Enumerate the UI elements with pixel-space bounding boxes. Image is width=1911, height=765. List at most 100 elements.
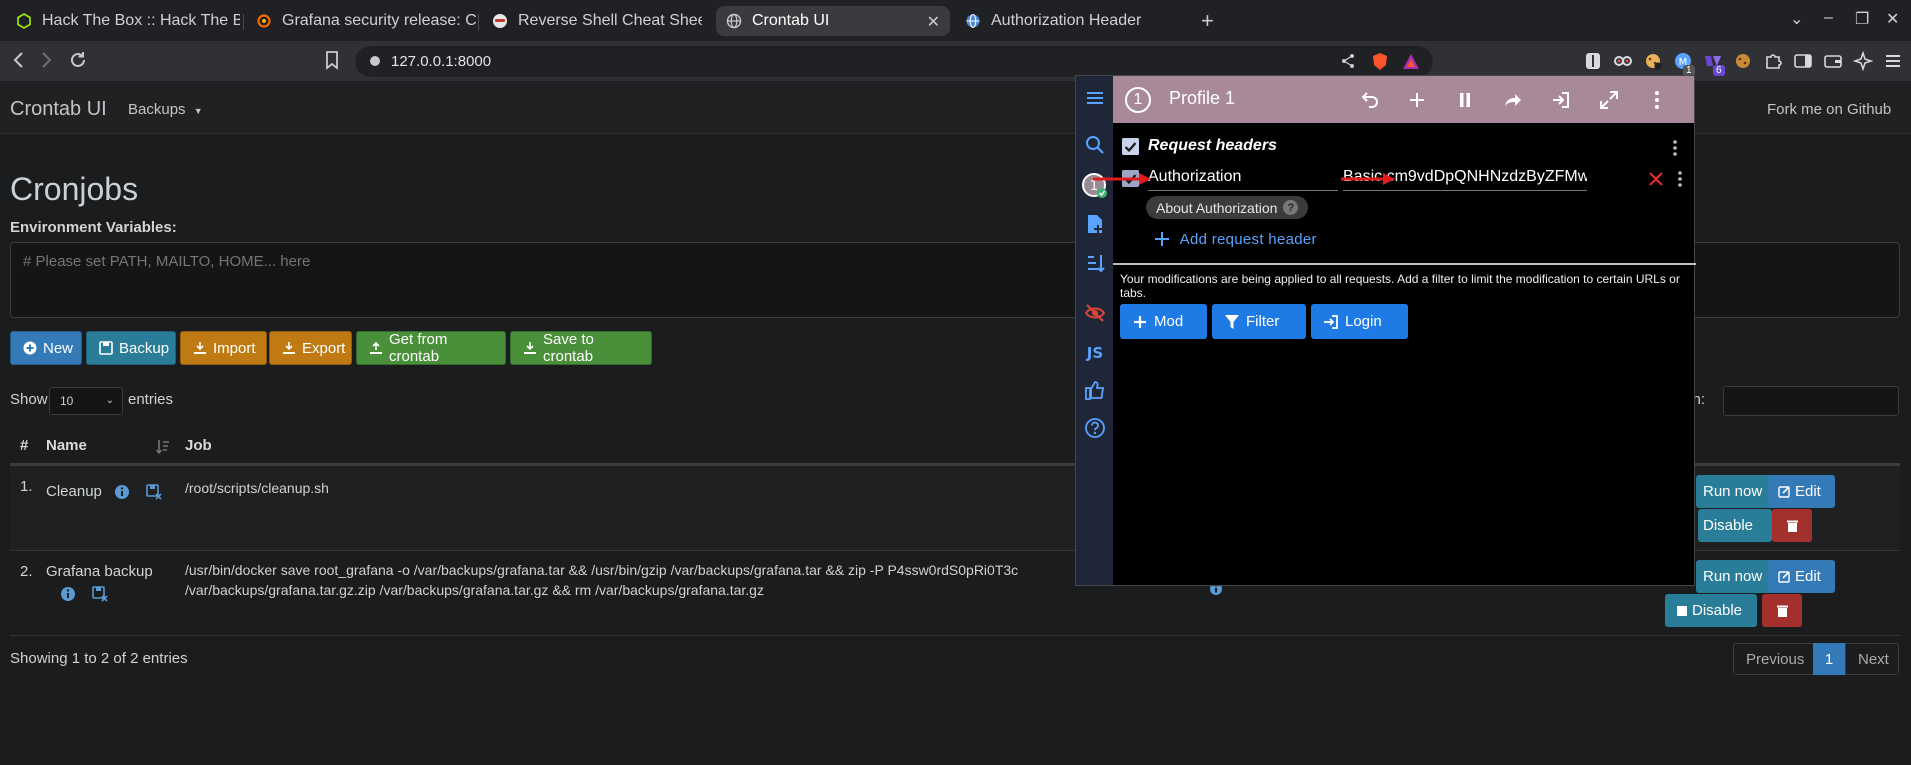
new-button[interactable]: New [10,331,82,365]
tab-label: Crontab UI [752,12,830,29]
tab-grafana[interactable]: Grafana security release: Crit [246,6,476,36]
pagination-next[interactable]: Next [1845,643,1899,675]
login-button[interactable]: Login [1311,304,1408,339]
hamburger-menu-icon[interactable] [1084,87,1106,109]
pagination-page[interactable]: 1 [1813,643,1845,675]
delete-button[interactable] [1772,509,1812,542]
search-icon[interactable] [1084,134,1106,156]
tab-hackthebox[interactable]: Hack The Box :: Hack The Bo [6,6,240,36]
column-header-job[interactable]: Job [185,437,212,454]
tab-crontab-ui[interactable]: Crontab UI ✕ [716,6,950,36]
cookie-icon[interactable] [1733,51,1753,71]
undo-icon[interactable] [1358,89,1380,111]
menu-icon[interactable] [1883,51,1903,71]
tab-list-chevron-icon[interactable]: ⌄ [1790,9,1803,29]
new-tab-button[interactable]: + [1201,8,1214,34]
minimize-icon[interactable]: – [1824,9,1833,27]
get-from-crontab-button[interactable]: Get from crontab [356,331,506,365]
delete-header-icon[interactable] [1648,171,1664,187]
column-header-num[interactable]: # [20,437,28,454]
plus-icon[interactable] [1406,89,1428,111]
plus-icon [1134,315,1146,328]
cookie-editor-icon[interactable] [1643,51,1663,71]
save-to-crontab-button[interactable]: Save to crontab [510,331,652,365]
sort-icon[interactable] [156,439,170,455]
delete-button[interactable] [1762,594,1802,627]
forward-icon[interactable] [38,50,54,70]
bitwarden-icon[interactable] [1583,51,1603,71]
import-icon[interactable] [1550,89,1572,111]
wallet-icon[interactable] [1823,51,1843,71]
info-icon[interactable] [60,586,76,602]
more-vertical-icon[interactable] [1646,89,1668,111]
import-button[interactable]: Import [180,331,267,365]
window-close-icon[interactable]: ✕ [1886,9,1899,29]
red-arrow-annotation [1341,172,1395,186]
eye-off-icon[interactable] [1084,302,1106,324]
column-header-name[interactable]: Name [46,437,87,454]
about-authorization-chip[interactable]: About Authorization ? [1146,196,1309,219]
info-icon[interactable] [114,484,130,500]
trash-icon [1776,604,1789,618]
request-headers-checkbox[interactable] [1122,138,1139,155]
add-filter-button[interactable]: Filter [1212,304,1306,339]
entries-per-page-select[interactable]: 10 ⌄ [49,387,123,415]
tab-label: Reverse Shell Cheat Sheet - I [518,12,702,29]
run-now-label: Run now [1703,568,1763,585]
header-name-input[interactable]: Authorization [1148,168,1338,191]
reload-icon[interactable] [68,50,88,70]
backup-icon[interactable] [92,586,108,602]
expand-icon[interactable] [1598,89,1620,111]
backups-dropdown[interactable]: Backups ▼ [128,101,203,118]
more-vertical-icon[interactable] [1667,138,1683,158]
share-icon[interactable] [1340,53,1356,69]
back-icon[interactable] [11,50,27,70]
disable-button[interactable]: Disable [1665,594,1757,627]
tab-reverse-shell[interactable]: Reverse Shell Cheat Sheet - I [482,6,702,36]
brave-rewards-icon[interactable] [1402,53,1420,70]
foxyproxy-icon[interactable] [1613,51,1633,71]
add-request-header-button[interactable]: Add request header [1154,231,1317,248]
row-name: Cleanup [46,483,102,500]
backup-button[interactable]: Backup [86,331,176,365]
add-mod-button[interactable]: Mod [1120,304,1207,339]
edit-button[interactable]: Edit [1768,560,1835,593]
address-bar[interactable]: 127.0.0.1:8000 [355,46,1433,77]
browser-tab-bar: Hack The Box :: Hack The Bo Grafana secu… [0,0,1911,41]
edit-label: Edit [1795,568,1821,585]
add-profile-icon[interactable] [1084,213,1106,235]
leo-ai-icon[interactable] [1853,51,1873,71]
fork-github-link[interactable]: Fork me on Github [1767,101,1891,118]
disable-button[interactable]: Disable [1698,509,1772,542]
extensions-puzzle-icon[interactable] [1763,51,1783,71]
thumbs-up-icon[interactable] [1084,379,1106,401]
pause-icon[interactable] [1454,89,1476,111]
javascript-icon[interactable]: JS [1084,341,1106,363]
backup-icon[interactable] [146,484,162,500]
grafana-icon [256,13,272,29]
site-info-icon[interactable] [368,54,382,68]
maximize-icon[interactable]: ❐ [1855,9,1869,29]
tab-authorization-header[interactable]: Authorization Header [955,6,1189,36]
save-to-crontab-label: Save to crontab [543,331,594,365]
profile-name[interactable]: Profile 1 [1169,88,1235,109]
row-job-line: /var/backups/grafana.tar.gz.zip /var/bac… [185,582,764,598]
close-icon[interactable]: ✕ [927,12,940,32]
share-icon[interactable] [1502,89,1524,111]
search-input[interactable] [1723,386,1899,416]
more-vertical-icon[interactable] [1672,169,1688,189]
export-button[interactable]: Export [269,331,352,365]
help-icon[interactable] [1084,417,1106,439]
entries-label: entries [128,391,174,408]
tab-label: Authorization Header [991,12,1142,29]
get-from-crontab-label: Get from crontab [389,331,448,365]
stop-icon [1677,605,1687,616]
pagination-previous[interactable]: Previous [1733,643,1814,675]
edit-button[interactable]: Edit [1768,475,1835,508]
profile-number-badge[interactable]: 1 [1125,87,1151,113]
brand-link[interactable]: Crontab UI [10,98,107,121]
brave-shield-icon[interactable] [1371,52,1389,71]
sidebar-icon[interactable] [1793,51,1813,71]
sort-icon[interactable] [1084,252,1106,274]
bookmark-icon[interactable] [324,50,340,70]
